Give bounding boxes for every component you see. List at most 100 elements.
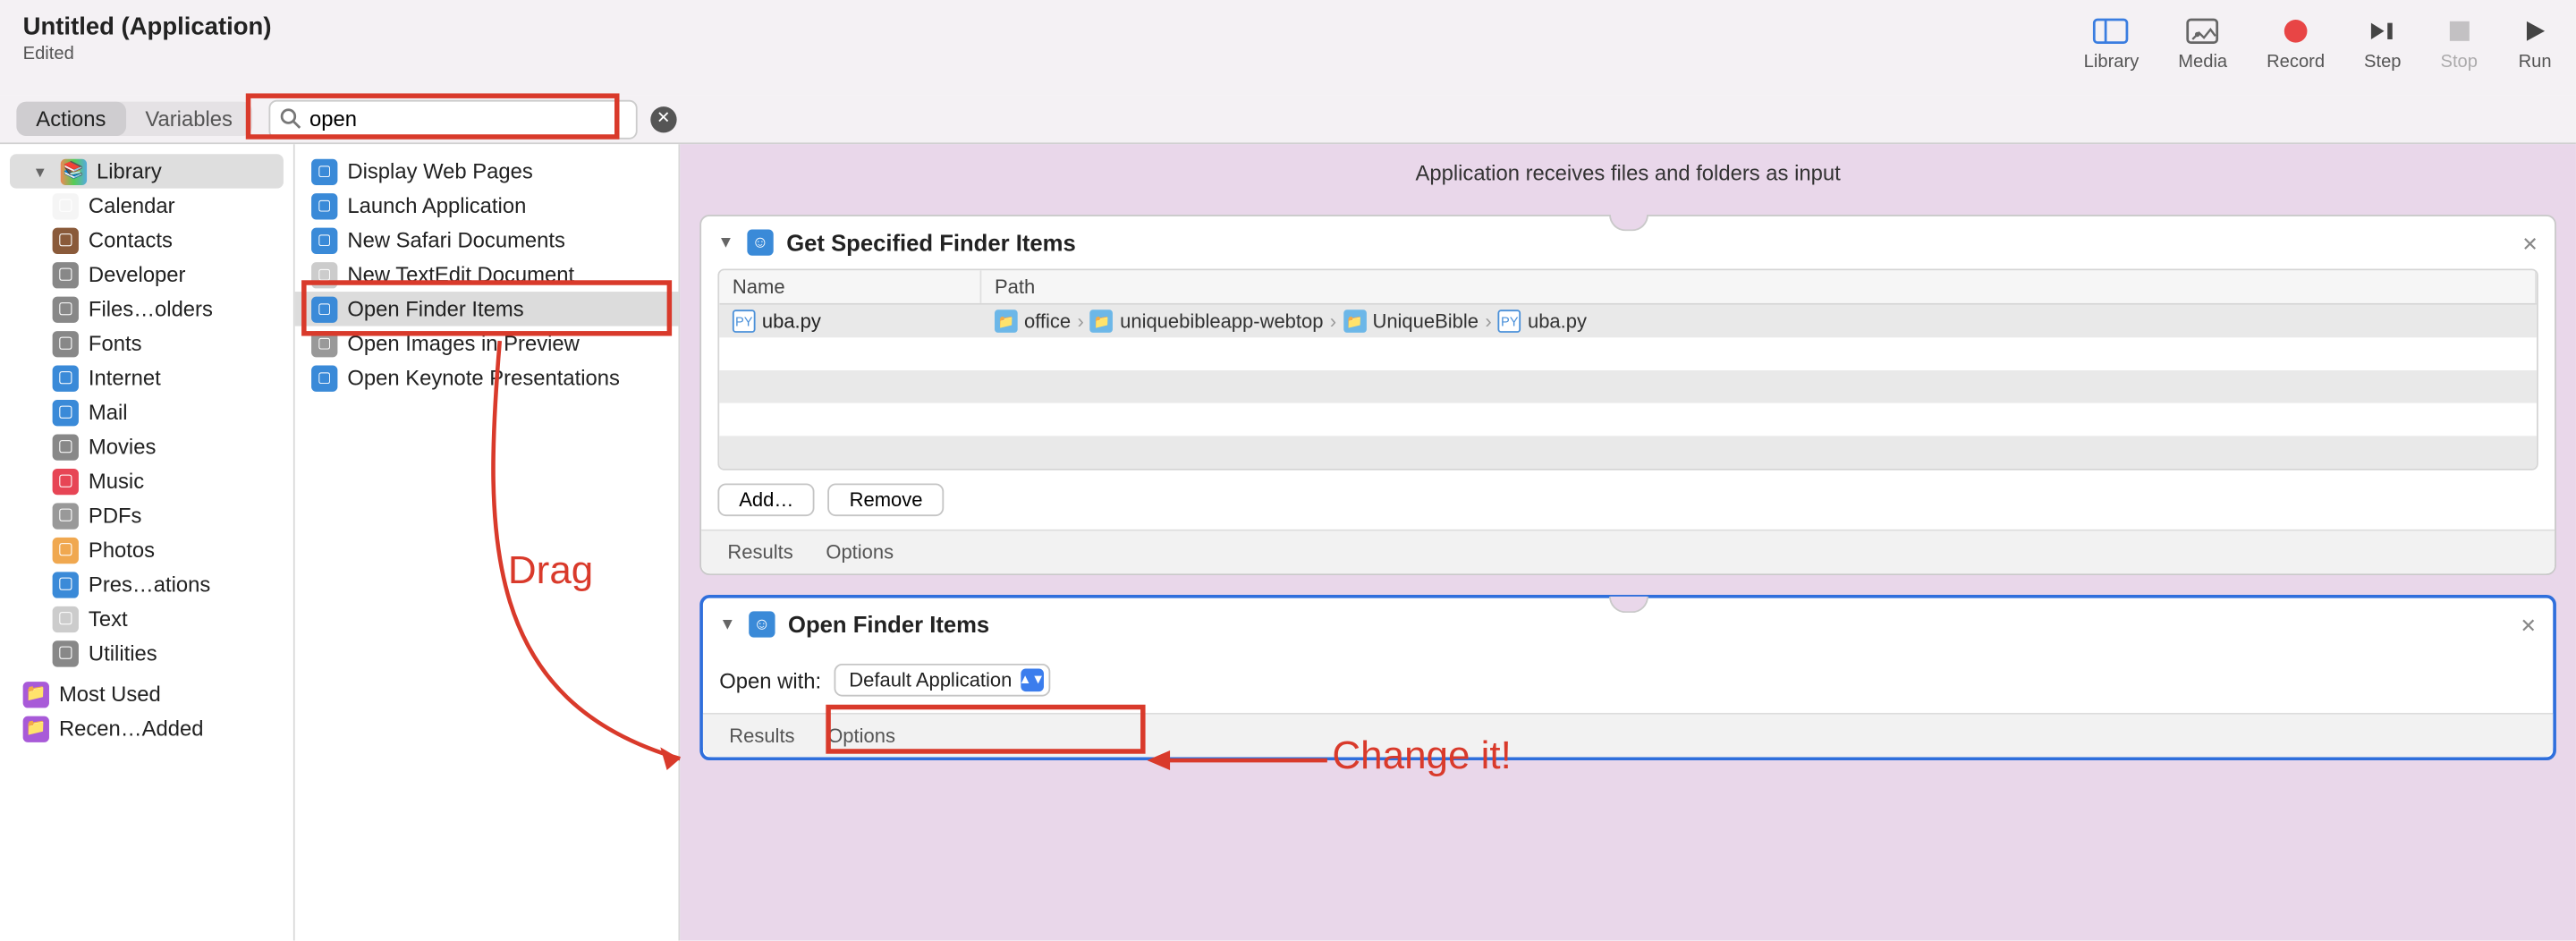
table-row [719, 403, 2537, 437]
sidebar-item-utilities[interactable]: ▢Utilities [0, 636, 293, 670]
run-toolbar-button[interactable]: Run [2517, 16, 2553, 72]
action-display-web-pages[interactable]: ▢Display Web Pages [295, 154, 679, 188]
sidebar-icon [2093, 16, 2129, 46]
media-icon [2185, 16, 2221, 46]
open-finder-items-card[interactable]: ▼ ☺ Open Finder Items ✕ Open with: Defau… [699, 595, 2556, 760]
canvas-input-header: Application receives files and folders a… [680, 144, 2576, 215]
options-tab[interactable]: Options [826, 541, 894, 564]
mail-icon: ▢ [53, 399, 79, 425]
library-icon: 📚 [61, 158, 87, 184]
files-icon: ▢ [53, 296, 79, 322]
library-toolbar-button[interactable]: Library [2084, 16, 2140, 72]
run-icon [2517, 16, 2553, 46]
contacts-icon: ▢ [53, 227, 79, 253]
action-icon: ▢ [311, 296, 337, 322]
disclosure-icon[interactable]: ▼ [719, 615, 735, 633]
sidebar-item-music[interactable]: ▢Music [0, 463, 293, 497]
actions-variables-segment[interactable]: Actions Variables [16, 102, 252, 136]
sidebar-item-presations[interactable]: ▢Pres…ations [0, 567, 293, 601]
folder-icon: 📁 [1090, 309, 1114, 333]
sidebar-item-photos[interactable]: ▢Photos [0, 532, 293, 566]
python-file-icon: PY [1498, 309, 1521, 333]
record-toolbar-button[interactable]: Record [2267, 16, 2325, 72]
close-icon[interactable]: ✕ [2521, 615, 2537, 638]
action-icon: ▢ [311, 330, 337, 356]
disclosure-icon[interactable]: ▼ [717, 233, 733, 251]
results-tab[interactable]: Results [727, 541, 792, 564]
sidebar-item-pdfs[interactable]: ▢PDFs [0, 498, 293, 532]
sidebar-item-text[interactable]: ▢Text [0, 601, 293, 635]
sidebar-item-filesolders[interactable]: ▢Files…olders [0, 292, 293, 326]
open-with-label: Open with: [719, 668, 821, 692]
get-specified-finder-items-card[interactable]: ▼ ☺ Get Specified Finder Items ✕ Name Pa… [699, 215, 2556, 575]
options-tab[interactable]: Options [827, 725, 895, 748]
developer-icon: ▢ [53, 261, 79, 287]
step-icon [2365, 16, 2401, 46]
sidebar-item-fonts[interactable]: ▢Fonts [0, 326, 293, 360]
name-column-header[interactable]: Name [719, 270, 981, 303]
python-file-icon: PY [733, 309, 756, 333]
window-subtitle: Edited [23, 44, 272, 64]
action-open-keynote-presentations[interactable]: ▢Open Keynote Presentations [295, 360, 679, 394]
open-with-dropdown[interactable]: Default Application ▲▼ [835, 664, 1050, 697]
variables-segment[interactable]: Variables [125, 102, 251, 136]
close-icon[interactable]: ✕ [2521, 233, 2538, 256]
action-icon: ▢ [311, 365, 337, 391]
finder-icon: ☺ [747, 229, 773, 255]
sidebar-item-internet[interactable]: ▢Internet [0, 360, 293, 394]
remove-button[interactable]: Remove [828, 483, 944, 516]
path-column-header[interactable]: Path [981, 270, 2537, 303]
sidebar-item-mail[interactable]: ▢Mail [0, 395, 293, 429]
action-open-finder-items[interactable]: ▢Open Finder Items [295, 292, 679, 326]
stop-toolbar-button[interactable]: Stop [2441, 16, 2478, 72]
pdfs-icon: ▢ [53, 503, 79, 529]
finder-icon: ☺ [749, 611, 775, 637]
media-toolbar-button[interactable]: Media [2178, 16, 2227, 72]
sidebar-item-contacts[interactable]: ▢Contacts [0, 223, 293, 257]
step-toolbar-button[interactable]: Step [2364, 16, 2401, 72]
library-sidebar: ▼ 📚 Library ▢Calendar▢Contacts▢Developer… [0, 144, 295, 940]
table-row [719, 436, 2537, 469]
chevron-right-icon: › [1330, 309, 1336, 333]
chevron-down-icon: ▼ [33, 163, 47, 179]
finder-items-table: Name Path PY uba.py 📁office › [717, 268, 2538, 470]
library-root[interactable]: ▼ 📚 Library [10, 154, 284, 188]
table-row[interactable]: PY uba.py 📁office › 📁uniquebibleapp-webt… [719, 305, 2537, 338]
folder-icon: 📁 [995, 309, 1018, 333]
action-icon: ▢ [311, 192, 337, 218]
sidebar-item-developer[interactable]: ▢Developer [0, 258, 293, 292]
titlebar: Untitled (Application) Edited Library Me… [0, 0, 2576, 95]
fonts-icon: ▢ [53, 330, 79, 356]
add-button[interactable]: Add… [717, 483, 815, 516]
sidebar-item-movies[interactable]: ▢Movies [0, 429, 293, 463]
search-icon [278, 106, 301, 133]
chevron-right-icon: › [1077, 309, 1083, 333]
actions-segment[interactable]: Actions [16, 102, 125, 136]
action-new-textedit-document[interactable]: ▢New TextEdit Document [295, 258, 679, 292]
action-new-safari-documents[interactable]: ▢New Safari Documents [295, 223, 679, 257]
stop-icon [2441, 16, 2477, 46]
sidebar-item-calendar[interactable]: ▢Calendar [0, 189, 293, 223]
internet-icon: ▢ [53, 365, 79, 391]
path-breadcrumb: 📁office › 📁uniquebibleapp-webtop › 📁Uniq… [981, 309, 2537, 333]
chevron-right-icon: › [1485, 309, 1491, 333]
updown-icon: ▲▼ [1021, 668, 1044, 691]
action-icon: ▢ [311, 261, 337, 287]
movies-icon: ▢ [53, 434, 79, 460]
workflow-canvas[interactable]: Application receives files and folders a… [680, 144, 2576, 940]
calendar-icon: ▢ [53, 192, 79, 218]
toolbar-row: Actions Variables ✕ [0, 95, 2576, 144]
text-icon: ▢ [53, 606, 79, 632]
action-open-images-in-preview[interactable]: ▢Open Images in Preview [295, 326, 679, 360]
results-tab[interactable]: Results [729, 725, 794, 748]
clear-search-button[interactable]: ✕ [650, 106, 676, 131]
most-used-row[interactable]: 📁 Most Used [0, 677, 293, 711]
action-launch-application[interactable]: ▢Launch Application [295, 189, 679, 223]
actions-list: ▢Display Web Pages▢Launch Application▢Ne… [295, 144, 681, 940]
recently-added-row[interactable]: 📁 Recen…Added [0, 711, 293, 745]
search-input[interactable] [268, 99, 637, 139]
folder-icon: 📁 [1343, 309, 1366, 333]
action-icon: ▢ [311, 227, 337, 253]
action-icon: ▢ [311, 158, 337, 184]
table-row [719, 337, 2537, 370]
